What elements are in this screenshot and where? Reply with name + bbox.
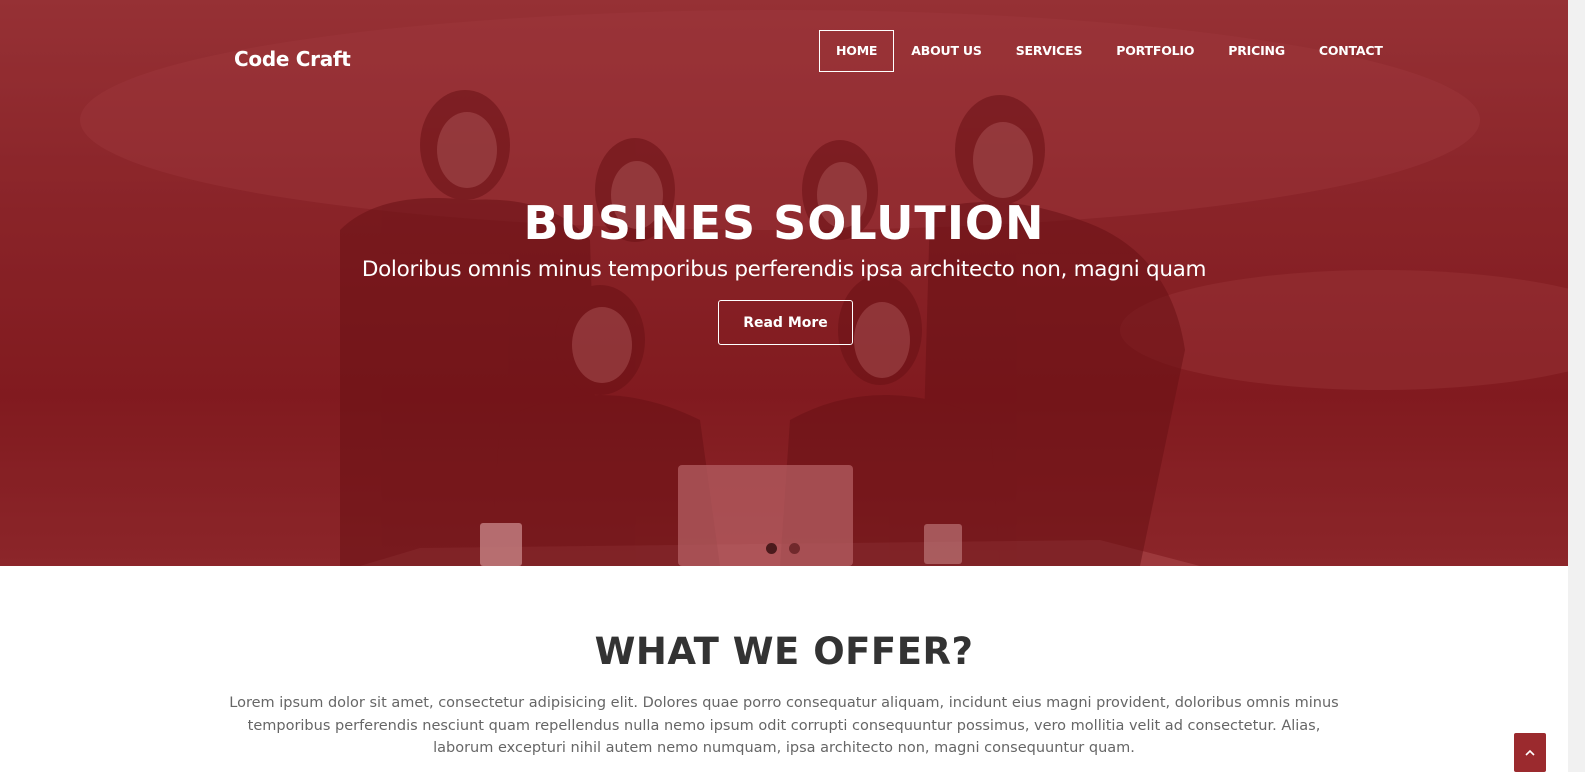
slider-dot-1[interactable] xyxy=(766,543,777,554)
nav-item-pricing[interactable]: PRICING xyxy=(1211,30,1302,72)
hero-overlay xyxy=(0,0,1568,566)
nav-item-services[interactable]: SERVICES xyxy=(999,30,1100,72)
back-to-top-button[interactable] xyxy=(1514,733,1546,772)
site-logo[interactable]: Code Craft xyxy=(234,47,351,71)
page: Code Craft HOME ABOUT US SERVICES PORTFO… xyxy=(0,0,1585,772)
scrollbar[interactable] xyxy=(1568,0,1585,772)
slider-pagination xyxy=(766,543,800,554)
nav-item-portfolio[interactable]: PORTFOLIO xyxy=(1099,30,1211,72)
nav-item-about-us[interactable]: ABOUT US xyxy=(894,30,998,72)
chevron-up-icon xyxy=(1525,749,1535,756)
main-nav: HOME ABOUT US SERVICES PORTFOLIO PRICING… xyxy=(819,30,1400,72)
nav-item-contact[interactable]: CONTACT xyxy=(1302,30,1400,72)
slider-dot-2[interactable] xyxy=(789,543,800,554)
hero-slider: Code Craft HOME ABOUT US SERVICES PORTFO… xyxy=(0,0,1568,566)
offer-title: WHAT WE OFFER? xyxy=(594,630,974,673)
nav-item-home[interactable]: HOME xyxy=(819,30,895,72)
hero-title: BUSINES SOLUTION xyxy=(523,196,1045,250)
read-more-button[interactable]: Read More xyxy=(718,300,853,345)
hero-subtitle: Doloribus omnis minus temporibus perfere… xyxy=(361,257,1207,282)
offer-description: Lorem ipsum dolor sit amet, consectetur … xyxy=(229,695,1339,756)
